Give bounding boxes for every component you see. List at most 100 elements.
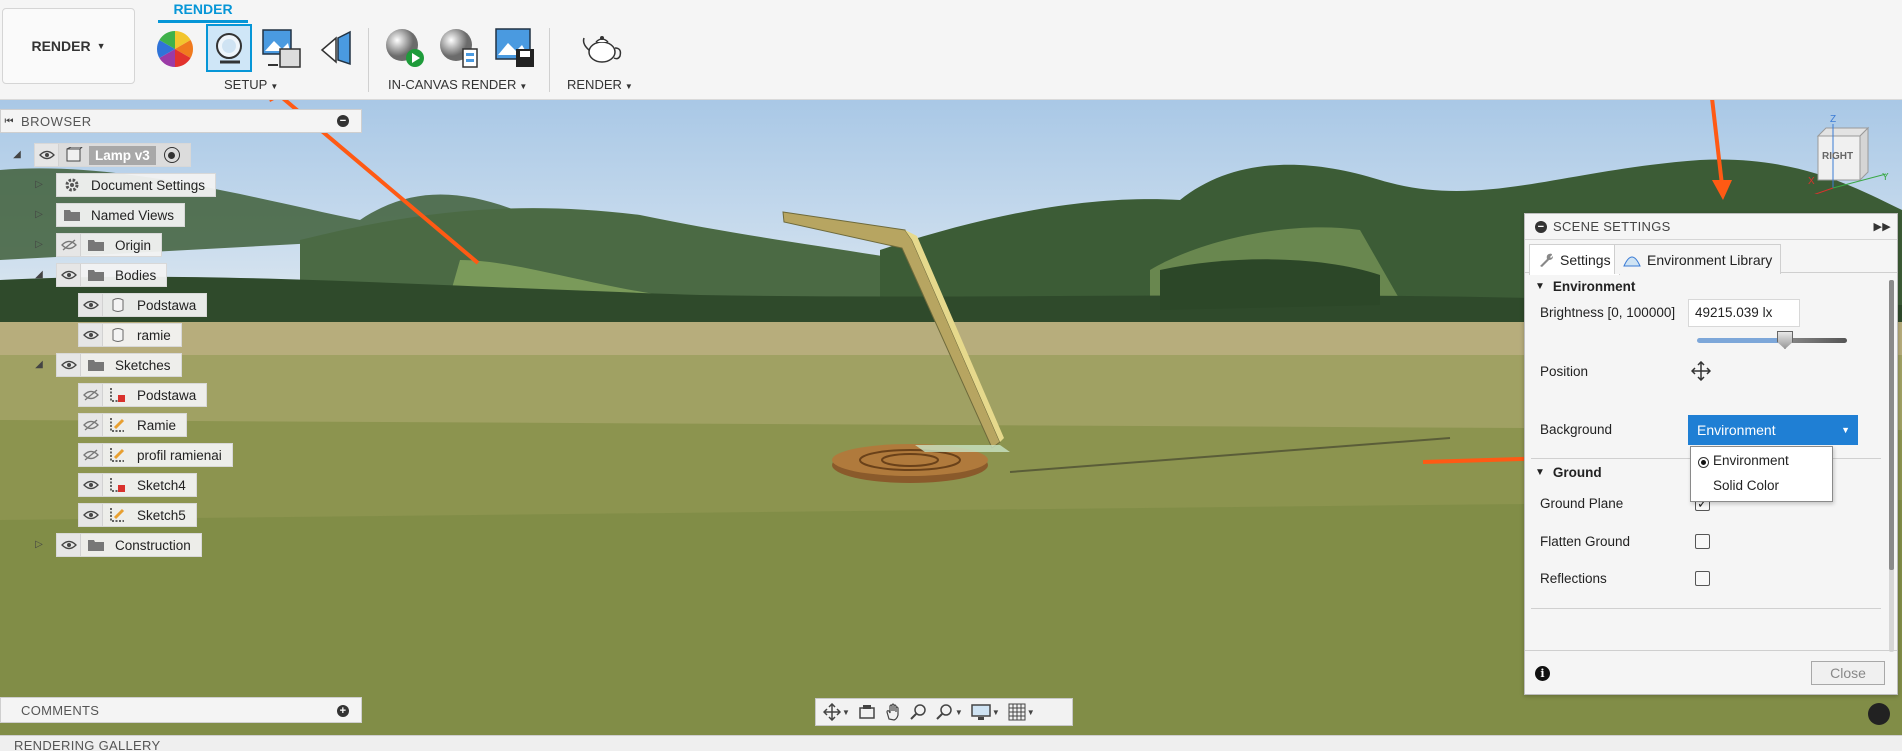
tab-render[interactable]: RENDER <box>158 1 248 17</box>
info-icon[interactable]: i <box>1535 666 1550 681</box>
folder-icon <box>81 354 111 376</box>
scrollbar[interactable] <box>1889 280 1894 652</box>
in-canvas-render-group-label[interactable]: IN-CANVAS RENDER ▼ <box>388 77 527 92</box>
folder-icon <box>57 204 87 226</box>
tab-environment-library[interactable]: Environment Library <box>1614 244 1782 274</box>
rendering-gallery[interactable]: RENDERING GALLERY <box>0 735 1902 753</box>
zoom-window-icon[interactable]: ▼ <box>933 700 966 724</box>
comments-panel[interactable]: COMMENTS + <box>0 697 362 723</box>
comments-title: COMMENTS <box>21 702 100 718</box>
minus-icon[interactable]: − <box>1535 220 1547 233</box>
tree-item-sketches[interactable]: Sketches <box>56 353 182 377</box>
workspace-switcher-button[interactable]: RENDER ▼ <box>2 8 135 84</box>
feedback-icon[interactable] <box>1868 703 1890 725</box>
tree-toggle-expanded[interactable]: ◢ <box>32 358 46 372</box>
dropdown-option-solid-color[interactable]: Solid Color <box>1713 478 1779 493</box>
render-group-label[interactable]: RENDER ▼ <box>567 77 633 92</box>
eye-icon[interactable] <box>79 504 103 526</box>
eye-icon[interactable] <box>57 264 81 286</box>
tree-item-origin[interactable]: Origin <box>56 233 163 257</box>
activate-radio-icon[interactable] <box>163 147 180 163</box>
brightness-slider-thumb[interactable] <box>1777 331 1793 349</box>
orbit-icon[interactable]: ▼ <box>820 700 853 724</box>
tree-toggle-expanded[interactable]: ◢ <box>10 148 24 162</box>
tree-item-named-views[interactable]: Named Views <box>56 203 186 227</box>
display-settings-icon[interactable]: ▼ <box>968 700 1003 724</box>
tree-item-construction[interactable]: Construction <box>56 533 202 557</box>
look-at-icon[interactable] <box>855 700 879 724</box>
tree-item-sketch-profil[interactable]: profil ramienai <box>78 443 233 467</box>
eye-icon[interactable] <box>79 324 103 346</box>
tree-toggle-expanded[interactable]: ◢ <box>32 268 46 282</box>
flatten-ground-checkbox[interactable] <box>1695 534 1710 549</box>
triangle-down-icon: ▼ <box>1535 281 1545 292</box>
appearance-icon[interactable] <box>153 27 197 71</box>
tree-item-body-podstawa[interactable]: Podstawa <box>78 293 208 317</box>
tree-toggle-collapsed[interactable]: ▷ <box>32 538 46 552</box>
tree-item-label: profil ramienai <box>137 447 222 463</box>
expand-panel-icon[interactable]: ▶▶ <box>1873 220 1891 233</box>
tree-item-sketch4[interactable]: Sketch4 <box>78 473 197 497</box>
triangle-down-icon: ▼ <box>1535 467 1545 478</box>
background-select-value: Environment <box>1697 422 1776 438</box>
workspace-label: RENDER <box>31 38 91 54</box>
eye-icon[interactable] <box>79 474 103 496</box>
scrollbar-thumb[interactable] <box>1889 280 1894 570</box>
decal-icon[interactable] <box>316 30 360 74</box>
tree-toggle-collapsed[interactable]: ▷ <box>32 238 46 252</box>
scene-settings-icon[interactable] <box>206 24 252 72</box>
toolbar: RENDER ▼ RENDER SETUP ▼ IN-CANVAS RENDER… <box>0 0 1902 100</box>
minus-icon[interactable]: − <box>337 115 349 127</box>
collapse-icon[interactable]: ⏮ <box>1 116 17 127</box>
environment-dome-icon <box>1623 256 1641 266</box>
position-label: Position <box>1540 364 1589 379</box>
tree-item-label: Origin <box>115 237 152 253</box>
dropdown-option-environment[interactable]: Environment <box>1713 453 1789 468</box>
reflections-label: Reflections <box>1540 571 1607 586</box>
background-select[interactable]: Environment ▼ <box>1688 415 1858 445</box>
in-canvas-settings-icon[interactable] <box>438 27 482 71</box>
tree-toggle-collapsed[interactable]: ▷ <box>32 208 46 222</box>
ground-section-header[interactable]: ▼ Ground <box>1535 465 1602 480</box>
reflections-checkbox[interactable] <box>1695 571 1710 586</box>
eye-icon[interactable] <box>35 144 59 166</box>
environment-section-header[interactable]: ▼ Environment <box>1535 279 1635 294</box>
in-canvas-render-icon[interactable] <box>384 27 428 71</box>
render-teapot-icon[interactable] <box>580 28 624 72</box>
brightness-input[interactable]: 49215.039 lx <box>1688 299 1800 327</box>
scene-settings-header[interactable]: − SCENE SETTINGS ▶▶ <box>1525 214 1897 240</box>
background-label: Background <box>1540 422 1613 437</box>
texture-map-icon[interactable] <box>260 27 304 71</box>
plus-icon[interactable]: + <box>337 705 349 717</box>
tree-item-sketch5[interactable]: Sketch5 <box>78 503 197 527</box>
eye-hidden-icon[interactable] <box>79 414 103 436</box>
eye-hidden-icon[interactable] <box>57 234 81 256</box>
close-button[interactable]: Close <box>1811 661 1885 685</box>
tree-item-sketch-podstawa[interactable]: Podstawa <box>78 383 208 407</box>
tree-item-bodies[interactable]: Bodies <box>56 263 168 287</box>
tree-item-label: Bodies <box>115 267 157 283</box>
tree-item-sketch-ramie[interactable]: Ramie <box>78 413 188 437</box>
tree-item-label: Podstawa <box>137 387 197 403</box>
viewcube[interactable]: RIGHT Z X Y <box>1808 114 1892 197</box>
zoom-icon[interactable] <box>907 700 931 724</box>
move-arrows-icon[interactable] <box>1690 360 1712 384</box>
capture-image-icon[interactable] <box>494 27 538 71</box>
eye-hidden-icon[interactable] <box>79 384 103 406</box>
eye-icon[interactable] <box>57 534 81 556</box>
grid-settings-icon[interactable]: ▼ <box>1005 700 1038 724</box>
eye-icon[interactable] <box>79 294 103 316</box>
tree-item-body-ramie[interactable]: ramie <box>78 323 182 347</box>
tree-toggle-collapsed[interactable]: ▷ <box>32 178 46 192</box>
body-icon <box>103 294 133 316</box>
pan-hand-icon[interactable] <box>881 700 905 724</box>
tree-root-lamp[interactable]: Lamp v3 <box>34 143 191 167</box>
setup-group-label[interactable]: SETUP ▼ <box>224 77 278 92</box>
eye-icon[interactable] <box>57 354 81 376</box>
eye-hidden-icon[interactable] <box>79 444 103 466</box>
axis-x-label: X <box>1808 176 1815 187</box>
tree-item-document-settings[interactable]: Document Settings <box>56 173 217 197</box>
toolbar-divider <box>368 28 369 92</box>
brightness-slider[interactable] <box>1697 338 1847 343</box>
tab-settings[interactable]: Settings <box>1529 244 1620 275</box>
